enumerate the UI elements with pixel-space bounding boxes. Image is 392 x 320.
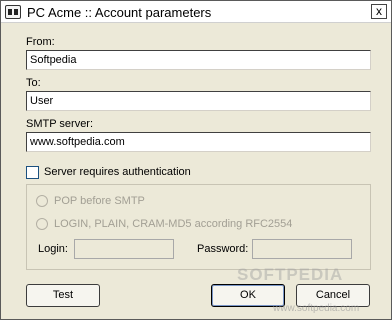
from-label: From: (26, 36, 55, 48)
from-field[interactable] (26, 50, 371, 70)
server-auth-checkbox[interactable] (26, 166, 39, 179)
softpedia-watermark: SOFTPEDIA (237, 265, 344, 284)
password-field[interactable] (252, 239, 352, 259)
close-icon: x (376, 4, 382, 18)
login-plain-cram-label: LOGIN, PLAIN, CRAM-MD5 according RFC2554 (54, 218, 293, 230)
to-field[interactable] (26, 91, 371, 111)
pop-before-smtp-radio[interactable] (36, 195, 48, 207)
close-button[interactable]: x (371, 4, 387, 19)
title-bar[interactable]: PC Acme :: Account parameters x (1, 1, 391, 23)
password-label: Password: (197, 243, 249, 255)
softpedia-watermark-url: www.softpedia.com (273, 303, 360, 314)
login-field[interactable] (74, 239, 174, 259)
account-parameters-dialog: PC Acme :: Account parameters x From: To… (0, 0, 392, 320)
window-title: PC Acme :: Account parameters (27, 5, 212, 20)
smtp-server-field[interactable] (26, 132, 371, 152)
server-auth-label[interactable]: Server requires authentication (44, 166, 191, 178)
to-label: To: (26, 77, 41, 89)
smtp-server-label: SMTP server: (26, 118, 94, 130)
app-icon (5, 5, 21, 19)
pop-before-smtp-label: POP before SMTP (54, 195, 145, 207)
test-button[interactable]: Test (26, 284, 100, 307)
login-label: Login: (38, 243, 68, 255)
login-plain-cram-radio[interactable] (36, 218, 48, 230)
